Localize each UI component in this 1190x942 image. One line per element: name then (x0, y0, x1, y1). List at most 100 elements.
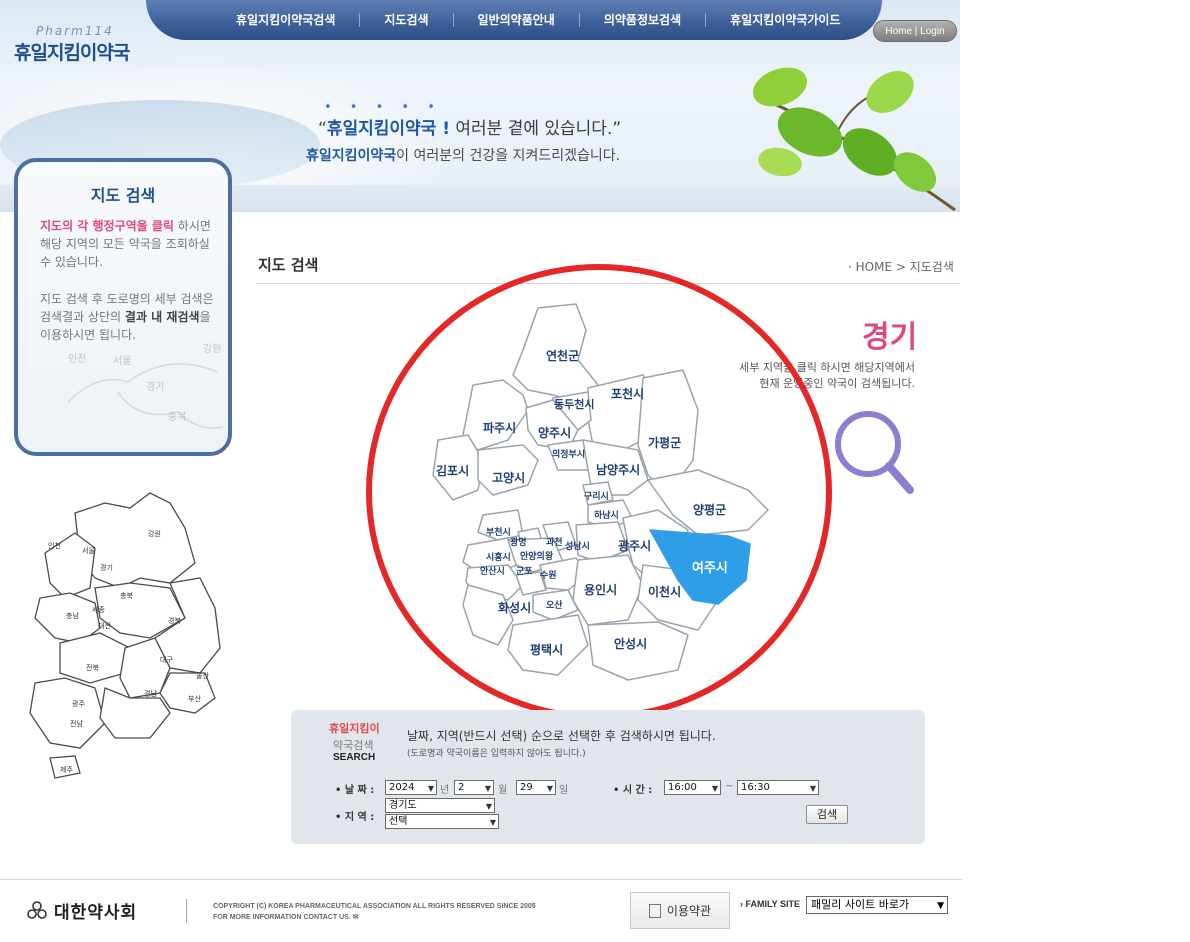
province-value: 경기도 (389, 800, 417, 811)
logo-subtitle: Pharm114 (36, 24, 114, 38)
korea-label-incheon[interactable]: 인천 (48, 541, 61, 550)
time-from-select[interactable]: 16:00 ▼ (664, 780, 721, 795)
korea-label-jeonbuk[interactable]: 전북 (86, 663, 99, 672)
footer-logo[interactable]: 대한약사회 (26, 898, 137, 923)
korea-label-gyeongnam[interactable]: 경남 (144, 689, 157, 698)
faint-map-decoration: 인천 서울 경기 강원 충북 (67, 343, 224, 429)
info-highlight: 지도의 각 행정구역을 클릭 (40, 219, 174, 233)
district-select[interactable]: 선택 ▼ (385, 814, 499, 829)
korea-label-jeju[interactable]: 제주 (60, 766, 73, 774)
chevron-down-icon: ▼ (711, 784, 718, 793)
korea-label-sejong[interactable]: 세종 (92, 605, 105, 614)
family-site-label: › FAMILY SITE (740, 899, 801, 909)
chevron-down-icon: ▼ (809, 784, 816, 793)
search-instructions-sub: (도로명과 약국이름은 입력하지 않아도 됩니다.) (407, 749, 586, 759)
faint-label-gangwon: 강원 (203, 343, 221, 355)
date-label: • 날 짜 : (335, 785, 375, 796)
info2-b: 결과 내 재검색 (124, 310, 200, 324)
korea-label-ulsan[interactable]: 울산 (196, 671, 209, 680)
korea-label-jeonnam[interactable]: 전남 (70, 719, 83, 728)
copyright-line-1: COPYRIGHT (C) KOREA PHARMACEUTICAL ASSOC… (213, 903, 536, 910)
search-label-pharmacy: 약국검색 (333, 739, 374, 752)
pharmacy-search-panel: 휴일지킴이 약국검색 SEARCH 날짜, 지역(반드시 선택) 순으로 선택한… (291, 710, 925, 844)
month-select[interactable]: 2 ▼ (454, 780, 494, 795)
day-unit: 일 (559, 785, 569, 796)
time-label: • 시 간 : (613, 785, 653, 796)
slogan-rest: 여러분 곁에 있습니다.” (449, 119, 622, 139)
korea-label-gangwon[interactable]: 강원 (148, 529, 161, 538)
search-label-search: SEARCH (333, 752, 376, 763)
slogan2-rest: 이 여러분의 건강을 지켜드리겠습니다. (396, 148, 621, 164)
map-search-info-box: 지도 검색 지도의 각 행정구역을 클릭 하시면 해당 지역의 모든 약국을 조… (14, 158, 232, 456)
search-button[interactable]: 검색 (806, 805, 848, 824)
korea-label-gyeonggi[interactable]: 경기 (100, 563, 113, 572)
terms-label: 이용약관 (666, 904, 712, 918)
home-login-button[interactable]: Home | Login (873, 20, 957, 42)
info-box-text-1: 지도의 각 행정구역을 클릭 하시면 해당 지역의 모든 약국을 조회하실 수 … (40, 217, 215, 271)
korea-label-daejeon[interactable]: 대전 (98, 621, 111, 630)
nav-item-otc-guide[interactable]: 일반의약품안내 (454, 13, 580, 27)
time-to-value: 16:30 (741, 782, 770, 793)
copyright-contact: FOR MORE INFORMATION CONTACT US. (213, 914, 351, 921)
logo-title: 휴일지킴이약국 (14, 42, 130, 64)
family-site-value: 패밀리 사이트 바로가 (811, 898, 910, 911)
year-select[interactable]: 2024 ▼ (385, 780, 437, 795)
nav-item-holiday-pharmacy-search[interactable]: 휴일지킴이약국검색 (212, 13, 361, 27)
chevron-down-icon: ▼ (484, 784, 491, 793)
faint-label-gyeonggi: 경기 (146, 380, 164, 393)
time-to-select[interactable]: 16:30 ▼ (737, 780, 819, 795)
day-select[interactable]: 29 ▼ (516, 780, 556, 795)
slogan-line-2: 휴일지킴이약국이 여러분의 건강을 지켜드리겠습니다. (306, 145, 620, 165)
footer-divider (0, 879, 962, 880)
slogan-dots: • • • • • (324, 100, 442, 115)
page: Pharm114 휴일지킴이약국 휴일지킴이약국검색 지도검색 일반의약품안내 … (0, 0, 1190, 942)
terms-button[interactable]: 이용약관 (630, 892, 730, 929)
slogan-brand: 휴일지킴이약국 ! (326, 119, 450, 139)
site-logo[interactable]: Pharm114 휴일지킴이약국 (14, 24, 130, 65)
korea-label-seoul[interactable]: 서울 (82, 546, 95, 555)
search-instructions: 날짜, 지역(반드시 선택) 순으로 선택한 후 검색하시면 됩니다. (407, 729, 716, 743)
mail-icon[interactable]: ✉ (353, 914, 359, 921)
faint-label-incheon: 인천 (68, 353, 86, 365)
korea-map[interactable]: 인천 서울 경기 강원 충북 충남 세종 대전 경북 전북 대구 울산 광주 경… (20, 488, 235, 788)
month-value: 2 (458, 782, 465, 793)
annotation-red-circle (366, 264, 832, 720)
korea-label-chungbuk[interactable]: 충북 (120, 591, 133, 600)
chevron-down-icon: ▼ (485, 802, 492, 811)
day-value: 29 (520, 782, 533, 793)
year-unit: 년 (440, 785, 450, 796)
slogan-open-quote: “ (318, 119, 327, 139)
korea-label-chungnam[interactable]: 충남 (66, 611, 79, 620)
nav-item-map-search[interactable]: 지도검색 (360, 13, 454, 27)
nav-item-pharmacy-guide[interactable]: 휴일지킴이약국가이드 (706, 13, 864, 27)
copyright-text: COPYRIGHT (C) KOREA PHARMACEUTICAL ASSOC… (213, 901, 536, 923)
breadcrumb[interactable]: · HOME > 지도검색 (848, 258, 954, 275)
korea-label-gyeongbuk[interactable]: 경북 (168, 616, 181, 625)
page-title: 지도 검색 (258, 256, 319, 274)
korea-label-daegu[interactable]: 대구 (160, 656, 173, 664)
korea-label-busan[interactable]: 부산 (188, 694, 201, 703)
province-select[interactable]: 경기도 ▼ (385, 798, 495, 813)
kpa-emblem-icon (27, 900, 47, 919)
region-title: 경기 (862, 320, 918, 355)
chevron-down-icon: ▼ (489, 818, 496, 827)
time-from-value: 16:00 (668, 782, 697, 793)
magnifier-icon (835, 411, 914, 494)
footer-org-name: 대한약사회 (54, 903, 138, 923)
month-unit: 월 (498, 785, 508, 796)
slogan-line-1: “휴일지킴이약국 ! 여러분 곁에 있습니다.” (318, 114, 621, 139)
time-separator: ~ (725, 781, 734, 792)
main-nav: 휴일지킴이약국검색 지도검색 일반의약품안내 의약품정보검색 휴일지킴이약국가이… (146, 0, 882, 40)
document-icon (648, 903, 661, 918)
copyright-line-2: FOR MORE INFORMATION CONTACT US. ✉ (213, 912, 536, 923)
leaves-illustration (752, 67, 956, 212)
nav-item-drug-info-search[interactable]: 의약품정보검색 (580, 13, 707, 27)
family-site-select[interactable]: 패밀리 사이트 바로가 ▼ (806, 896, 948, 914)
search-label-brand: 휴일지킴이 (329, 722, 380, 735)
faint-label-seoul: 서울 (113, 355, 131, 367)
chevron-down-icon: ▼ (937, 901, 944, 911)
year-value: 2024 (389, 782, 415, 793)
district-value: 선택 (389, 816, 408, 827)
korea-label-gwangju[interactable]: 광주 (72, 700, 85, 708)
footer-separator (186, 899, 187, 923)
